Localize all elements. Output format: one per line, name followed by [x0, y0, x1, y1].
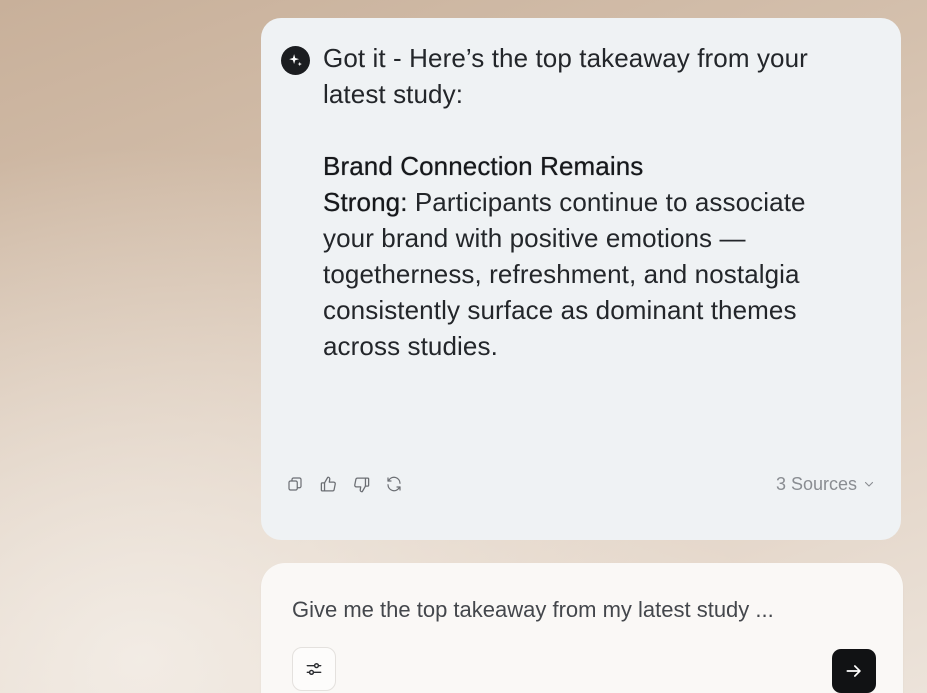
copy-icon[interactable]: [285, 474, 305, 494]
takeaway-heading-end: Strong:: [323, 187, 408, 217]
sliders-icon: [306, 663, 322, 675]
takeaway-line: across studies.: [323, 331, 498, 361]
takeaway-heading: Brand Connection Remains: [323, 151, 644, 181]
chevron-down-icon: [864, 481, 874, 487]
message-intro-line: latest study:: [323, 79, 464, 109]
takeaway-line: consistently surface as dominant themes: [323, 295, 797, 325]
message-composer: Give me the top takeaway from my latest …: [261, 563, 903, 693]
send-button[interactable]: [832, 649, 876, 693]
arrow-right-icon: [846, 665, 861, 677]
thumbs-up-icon[interactable]: [318, 474, 338, 494]
settings-button[interactable]: [292, 647, 336, 691]
message-actions: [285, 473, 404, 495]
sources-label: 3 Sources: [775, 473, 857, 494]
ai-sparkle-icon: [281, 46, 310, 75]
prompt-input[interactable]: Give me the top takeaway from my latest …: [292, 597, 852, 623]
takeaway-line: your brand with positive emotions —: [323, 223, 746, 253]
regenerate-icon[interactable]: [384, 474, 404, 494]
takeaway-line: Strong: Participants continue to associa…: [323, 184, 883, 220]
sources-dropdown[interactable]: 3 Sources: [776, 473, 875, 495]
thumbs-down-icon[interactable]: [351, 474, 371, 494]
takeaway-line: togetherness, refreshment, and nostalgia: [323, 259, 800, 289]
assistant-message-text: Got it - Here’s the top takeaway from yo…: [323, 40, 883, 364]
assistant-message-card: Got it - Here’s the top takeaway from yo…: [261, 18, 901, 540]
message-intro-line: Got it - Here’s the top takeaway from yo…: [323, 43, 808, 73]
takeaway-body: Participants continue to associate: [407, 187, 806, 217]
